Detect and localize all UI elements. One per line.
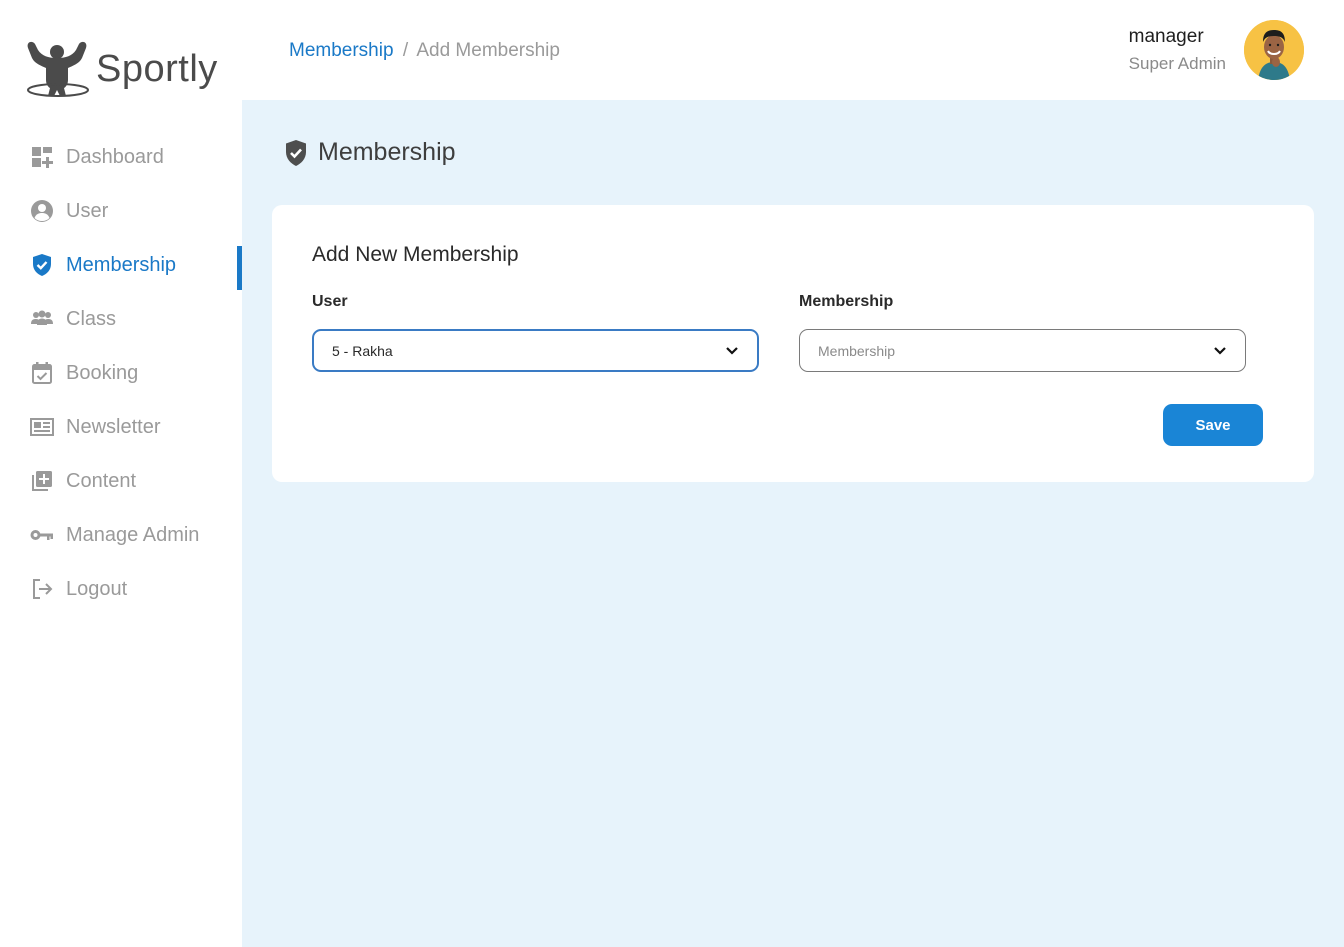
user-profile[interactable]: manager Super Admin — [1129, 20, 1304, 80]
user-circle-icon — [30, 199, 54, 223]
breadcrumb-current: Add Membership — [416, 40, 560, 61]
sidebar-item-label: Manage Admin — [66, 523, 200, 546]
page-title-text: Membership — [318, 138, 456, 166]
membership-select[interactable]: Membership — [799, 329, 1246, 372]
sidebar-item-booking[interactable]: Booking — [0, 346, 242, 400]
calendar-check-icon — [30, 361, 54, 385]
main-content: Membership Add New Membership User 5 - R… — [242, 100, 1344, 947]
avatar[interactable] — [1244, 20, 1304, 80]
dashboard-icon — [30, 145, 54, 169]
group-icon — [30, 307, 54, 331]
top-bar: Membership / Add Membership manager Supe… — [242, 0, 1344, 100]
sidebar-item-label: Membership — [66, 253, 177, 276]
brand-logo[interactable]: Sportly — [24, 38, 218, 100]
sidebar-item-label: User — [66, 199, 109, 222]
sidebar-item-label: Dashboard — [66, 145, 164, 168]
shield-check-icon — [30, 253, 54, 277]
breadcrumb: Membership / Add Membership — [289, 40, 560, 62]
chevron-down-icon — [726, 346, 738, 355]
sidebar-item-label: Newsletter — [66, 415, 161, 438]
logout-icon — [30, 577, 54, 601]
newspaper-icon — [30, 415, 54, 439]
sidebar-nav: Dashboard User Membership Class Booking — [0, 130, 242, 616]
chevron-down-icon — [1214, 346, 1226, 355]
breadcrumb-link-membership[interactable]: Membership — [289, 40, 394, 61]
add-membership-card: Add New Membership User 5 - Rakha Member… — [272, 205, 1314, 482]
sidebar-item-user[interactable]: User — [0, 184, 242, 238]
user-select-value: 5 - Rakha — [332, 342, 393, 359]
key-icon — [30, 523, 54, 547]
library-add-icon — [30, 469, 54, 493]
page-title: Membership — [284, 138, 456, 167]
sidebar-item-dashboard[interactable]: Dashboard — [0, 130, 242, 184]
user-field-label: User — [312, 293, 348, 310]
sidebar-item-newsletter[interactable]: Newsletter — [0, 400, 242, 454]
sidebar-item-label: Content — [66, 469, 137, 492]
shield-check-icon — [286, 139, 306, 166]
sidebar-item-logout[interactable]: Logout — [0, 562, 242, 616]
brand-name: Sportly — [96, 47, 218, 90]
sidebar-item-membership[interactable]: Membership — [0, 238, 242, 292]
user-role: Super Admin — [1128, 54, 1226, 73]
breadcrumb-separator: / — [402, 40, 409, 61]
sidebar-item-label: Booking — [66, 361, 139, 384]
sidebar: Sportly Dashboard User Membership Class — [0, 0, 242, 947]
save-button[interactable]: Save — [1163, 404, 1263, 446]
sidebar-item-label: Logout — [66, 577, 128, 600]
muscle-man-icon — [27, 41, 89, 97]
user-info: manager Super Admin — [1129, 26, 1226, 74]
user-name: manager — [1128, 26, 1204, 47]
membership-select-placeholder: Membership — [818, 342, 896, 359]
card-title: Add New Membership — [312, 243, 519, 266]
sidebar-item-manage-admin[interactable]: Manage Admin — [0, 508, 242, 562]
sidebar-item-class[interactable]: Class — [0, 292, 242, 346]
sidebar-item-content[interactable]: Content — [0, 454, 242, 508]
user-select[interactable]: 5 - Rakha — [312, 329, 759, 372]
membership-field-label: Membership — [799, 293, 894, 310]
sidebar-item-label: Class — [66, 307, 117, 330]
